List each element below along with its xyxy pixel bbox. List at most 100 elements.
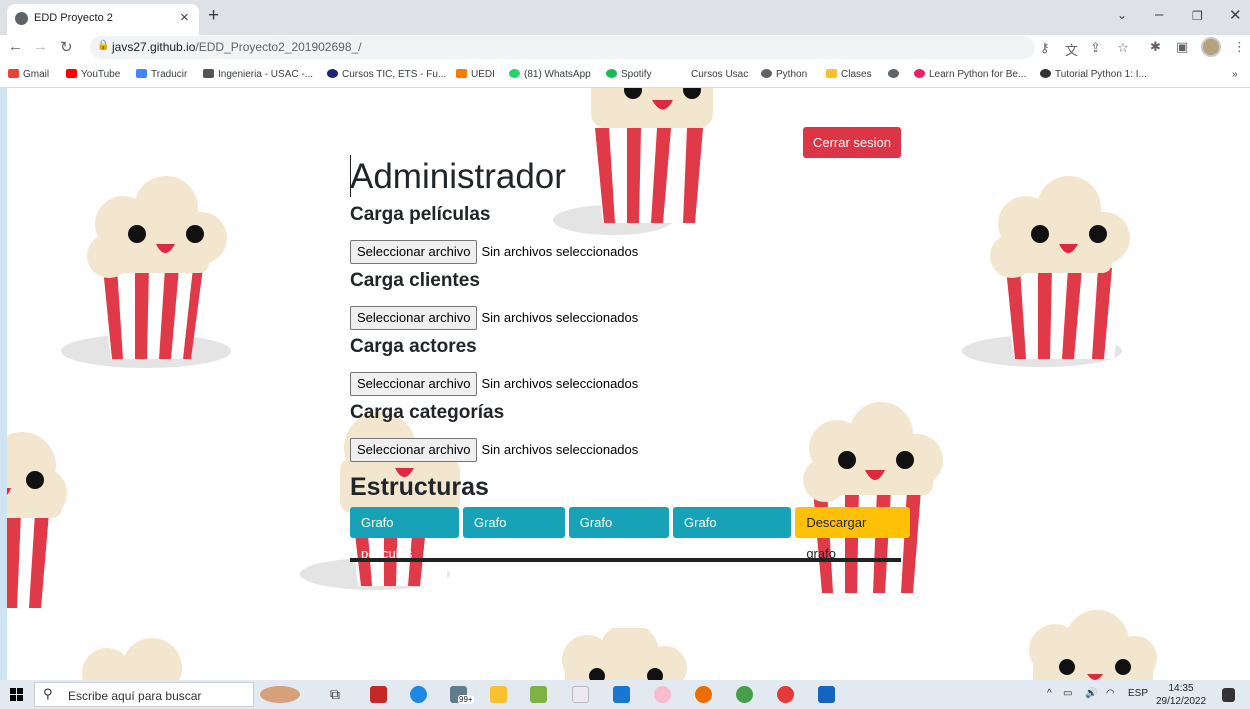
url-path: /EDD_Proyecto2_201902698_/ [195,40,362,54]
snip-icon[interactable] [654,686,671,703]
graph-categories-button[interactable]: Grafo categorías [673,507,792,561]
bookmark-globe[interactable] [888,69,903,80]
profile-avatar[interactable] [1201,37,1221,57]
bookmark-spotify[interactable]: Spotify [606,69,652,80]
firefox-icon[interactable] [695,686,712,703]
draw-icon[interactable] [530,686,547,703]
url-bar[interactable]: 🔒 javs27.github.io/EDD_Proyecto2_2019026… [90,36,1129,59]
clients-file-input[interactable]: Seleccionar archivo Sin archivos selecci… [350,304,910,331]
bookmark-clases[interactable]: Clases [826,69,872,80]
uedi-icon [456,69,467,78]
page-title: Administrador [350,157,566,196]
translate-icon[interactable]: 文 [1065,40,1078,59]
bookmark-ingenieria[interactable]: Ingenieria - USAC -... [203,69,313,80]
close-tab-icon[interactable]: × [180,9,189,26]
file-status: Sin archivos seleccionados [481,310,639,325]
bookmark-label: Learn Python for Be... [929,69,1027,80]
wifi-icon[interactable]: ◠ [1106,688,1115,699]
browser-tab[interactable]: EDD Proyecto 2 × [7,4,199,35]
file-status: Sin archivos seleccionados [481,376,639,391]
bookmark-label: Spotify [621,69,652,80]
bookmark-youtube[interactable]: YouTube [66,69,120,80]
upload-heading-movies: Carga películas [350,204,491,225]
back-icon[interactable]: ← [8,38,23,55]
bookmark-cursos-usac[interactable]: Cursos Usac [691,69,748,80]
netflix-icon[interactable] [370,686,387,703]
language-indicator[interactable]: ESP [1128,688,1148,699]
bookmark-gmail[interactable]: Gmail [8,69,49,80]
star-icon[interactable]: ☆ [1117,40,1129,56]
categories-file-input[interactable]: Seleccionar archivo Sin archivos selecci… [350,436,910,463]
classroom-icon [826,69,837,78]
upload-heading-actors: Carga actores [350,336,477,357]
movies-file-input[interactable]: Seleccionar archivo Sin archivos selecci… [350,238,910,265]
chrome-icon[interactable] [736,686,753,703]
key-icon[interactable]: ⚷ [1040,40,1050,56]
window-close-icon[interactable]: ✕ [1229,6,1242,24]
search-placeholder: Escribe aquí para buscar [68,689,202,703]
cortana-character-icon[interactable] [260,686,300,703]
edge-icon[interactable] [410,686,427,703]
download-graph-button[interactable]: Descargar grafo [795,507,910,561]
graph-movies-button[interactable]: Grafo películas [350,507,459,561]
actors-file-input[interactable]: Seleccionar archivo Sin archivos selecci… [350,370,910,397]
restore-icon[interactable]: ❐ [1192,9,1203,23]
graph-clients-button[interactable]: Grafo clientes [462,507,565,561]
windows-start-icon[interactable] [10,688,23,701]
tray-chevron-icon[interactable]: ^ [1047,688,1052,699]
bookmark-label: UEDI [471,69,495,80]
bookmarks-more-icon[interactable]: » [1232,69,1238,80]
bookmark-whatsapp[interactable]: (81) WhatsApp [509,69,591,80]
chrome-profile-icon[interactable] [777,686,794,703]
address-toolbar: ← → ↻ 🔒 javs27.github.io/EDD_Proyecto2_2… [0,35,1250,61]
taskbar-clock[interactable]: 14:35 29/12/2022 [1152,682,1210,708]
volume-icon[interactable]: 🔊 [1085,688,1097,699]
popcorn-background-image [1029,610,1157,680]
choose-file-button[interactable]: Seleccionar archivo [350,371,478,396]
spotify-icon [606,69,617,78]
bookmark-label: Ingenieria - USAC -... [218,69,314,80]
bookmark-label: Cursos TIC, ETS - Fu... [342,69,447,80]
gmail-icon [8,69,19,78]
tab-search-icon[interactable]: ⌄ [1117,8,1127,22]
bookmark-learn-python[interactable]: Learn Python for Be... [914,69,1026,80]
bookmark-uedi[interactable]: UEDI [456,69,495,80]
choose-file-button[interactable]: Seleccionar archivo [350,305,478,330]
vscode-icon[interactable] [613,686,630,703]
battery-icon[interactable]: ▭ [1063,688,1072,699]
globe-icon [761,69,772,78]
choose-file-button[interactable]: Seleccionar archivo [350,239,478,264]
bookmark-tutorial-python[interactable]: Tutorial Python 1: I... [1040,69,1147,80]
graph-actors-button[interactable]: Grafo actores [568,507,670,561]
graph-button-group: Grafo películas Grafo clientes Grafo act… [350,507,910,561]
divider [350,558,901,562]
reload-icon[interactable]: ↻ [60,38,73,56]
bookmark-label: Traducir [151,69,188,80]
share-icon[interactable]: ⇪ [1090,40,1101,56]
search-icon: ⚲ [43,686,53,701]
file-status: Sin archivos seleccionados [481,442,639,457]
extensions-icon[interactable]: ✱ [1150,39,1161,55]
bookmark-label: Clases [841,69,872,80]
menu-icon[interactable]: ⋮ [1233,39,1246,55]
bookmark-python[interactable]: Python [761,69,807,80]
new-tab-icon[interactable]: + [208,5,219,27]
bookmark-cursos-tic[interactable]: Cursos TIC, ETS - Fu... [327,69,446,80]
popcorn-background-image [61,176,231,368]
popcorn-background-image [7,432,67,608]
forward-icon[interactable]: → [33,38,48,55]
logout-button[interactable]: Cerrar sesion [803,127,901,158]
bookmark-traducir[interactable]: Traducir [136,69,187,80]
taskbar-search-box[interactable]: ⚲ Escribe aquí para buscar [34,682,254,707]
notifications-icon[interactable] [1222,688,1235,702]
globe-icon [15,12,28,25]
task-view-icon[interactable]: ⧉ [330,686,347,703]
popcorn-background-image [562,628,687,680]
word-icon[interactable] [818,686,835,703]
minimize-icon[interactable]: – [1155,6,1163,23]
side-panel-icon[interactable]: ▣ [1176,39,1188,55]
choose-file-button[interactable]: Seleccionar archivo [350,437,478,462]
app-icon[interactable] [572,686,589,703]
file-explorer-icon[interactable] [490,686,507,703]
shield-icon [327,69,338,78]
